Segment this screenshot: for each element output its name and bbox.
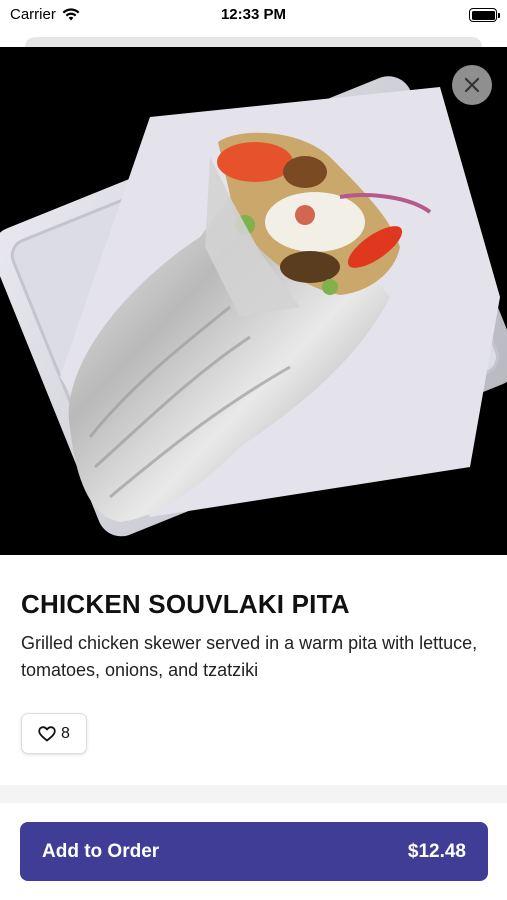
- status-bar: Carrier 12:33 PM: [0, 0, 507, 30]
- close-button[interactable]: [452, 65, 492, 105]
- item-title: CHICKEN SOUVLAKI PITA: [21, 589, 350, 619]
- pita-illustration: [0, 47, 507, 555]
- close-icon: [464, 77, 480, 93]
- battery-icon: [469, 8, 500, 22]
- item-photo: [0, 47, 507, 555]
- add-to-order-label: Add to Order: [42, 840, 160, 862]
- status-time: 12:33 PM: [220, 6, 287, 23]
- item-info: CHICKEN SOUVLAKI PITA Grilled chicken sk…: [0, 555, 507, 785]
- item-description: Grilled chicken skewer served in a warm …: [21, 633, 478, 680]
- like-count: 8: [61, 724, 70, 742]
- section-divider: [0, 785, 507, 803]
- order-bar: Add to Order $12.48: [0, 803, 507, 900]
- like-button[interactable]: 8: [21, 713, 87, 754]
- order-price: $12.48: [407, 840, 466, 862]
- heart-icon: [38, 725, 56, 741]
- item-detail-screen: Carrier 12:33 PM CHICKEN SOUVLAKI PITA G…: [0, 0, 507, 900]
- add-to-order-button[interactable]: Add to Order $12.48: [20, 822, 488, 881]
